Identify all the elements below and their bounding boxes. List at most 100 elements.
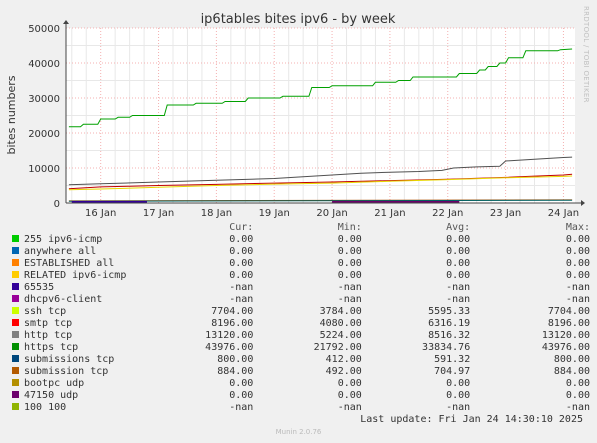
legend-avg-value: -nan <box>446 282 471 293</box>
legend-min-value: -nan <box>337 282 362 293</box>
y-tick-label: 30000 <box>28 94 60 105</box>
legend-series-name: 100 100 <box>12 402 198 414</box>
legend-avg-value: -nan <box>446 402 471 413</box>
legend-label: smtp tcp <box>24 318 73 329</box>
legend-label: 65535 <box>24 282 55 293</box>
chart: ip6tables bites ipv6 - by week bites num… <box>5 12 585 219</box>
legend-avg-value: 0.00 <box>446 246 471 257</box>
x-tick-label: 18 Jan <box>201 208 232 219</box>
legend-series-name: smtp tcp <box>12 318 198 330</box>
y-tick-label: 50000 <box>28 24 60 35</box>
legend-max-value: 43976.00 <box>541 342 590 353</box>
legend-label: 47150 udp <box>24 390 79 401</box>
legend-cur-value: 0.00 <box>229 390 254 401</box>
legend-max-header: Max: <box>565 222 590 233</box>
legend-series-name: RELATED ipv6-icmp <box>12 270 198 282</box>
legend-avg-value: 33834.76 <box>422 342 471 353</box>
x-tick-label: 23 Jan <box>490 208 521 219</box>
legend-max-value: 7704.00 <box>547 306 590 317</box>
legend-label: 100 100 <box>24 402 67 413</box>
x-axis-arrow <box>581 200 585 206</box>
legend-swatch <box>12 379 19 386</box>
legend-max-value: 0.00 <box>565 378 590 389</box>
legend-series-name: ssh tcp <box>12 306 198 318</box>
legend-max-value: 0.00 <box>565 234 590 245</box>
legend-avg-value: 0.00 <box>446 378 471 389</box>
legend-max-value: 8196.00 <box>547 318 590 329</box>
legend-swatch <box>12 331 19 338</box>
x-tick-label: 20 Jan <box>316 208 347 219</box>
legend-avg-value: 0.00 <box>446 270 471 281</box>
legend-min-value: -nan <box>337 294 362 305</box>
legend-cur-value: 13120.00 <box>205 330 254 341</box>
legend-series-name: 47150 udp <box>12 390 198 402</box>
legend-avg-header: Avg: <box>446 222 471 233</box>
legend-min-value: 21792.00 <box>313 342 362 353</box>
y-tick-label: 40000 <box>28 59 60 70</box>
legend-avg-value: 0.00 <box>446 390 471 401</box>
legend-row: bootpc udp 0.00 0.00 0.00 0.00 <box>12 378 590 390</box>
x-tick-label: 19 Jan <box>259 208 290 219</box>
legend-label: 255 ipv6-icmp <box>24 234 103 245</box>
legend-row: RELATED ipv6-icmp 0.00 0.00 0.00 0.00 <box>12 270 590 282</box>
legend-swatch <box>12 235 19 242</box>
legend-series-name: 255 ipv6-icmp <box>12 234 198 246</box>
legend-row: 100 100 -nan -nan -nan -nan <box>12 402 590 414</box>
legend-swatch <box>12 307 19 314</box>
y-tick-label: 20000 <box>28 129 60 140</box>
legend-swatch <box>12 283 19 290</box>
y-tick-label: 10000 <box>28 164 60 175</box>
legend-avg-value: 8516.32 <box>428 330 471 341</box>
legend-series-name: submissions tcp <box>12 354 198 366</box>
legend-series-name: submission tcp <box>12 366 198 378</box>
legend-header-row: Cur: Min: Avg: Max: <box>12 222 590 234</box>
legend-avg-value: 591.32 <box>434 354 471 365</box>
x-tick-label: 24 Jan <box>548 208 579 219</box>
legend-avg-value: 6316.19 <box>428 318 471 329</box>
legend-series-name: dhcpv6-client <box>12 294 198 306</box>
legend-label: dhcpv6-client <box>24 294 103 305</box>
legend-cur-value: 8196.00 <box>211 318 254 329</box>
legend-row: submission tcp 884.00 492.00 704.97 884.00 <box>12 366 590 378</box>
legend-swatch <box>12 355 19 362</box>
legend-max-value: -nan <box>565 282 590 293</box>
legend-max-value: 0.00 <box>565 246 590 257</box>
legend-body: 255 ipv6-icmp 0.00 0.00 0.00 0.00 anywhere al… <box>12 234 590 414</box>
legend-cur-value: 43976.00 <box>205 342 254 353</box>
last-update: Last update: Fri Jan 24 14:30:10 2025 <box>360 414 583 425</box>
legend-swatch <box>12 391 19 398</box>
legend-row: smtp tcp 8196.00 4080.00 6316.19 8196.00 <box>12 318 590 330</box>
legend-row: anywhere all 0.00 0.00 0.00 0.00 <box>12 246 590 258</box>
legend-min-value: 5224.00 <box>319 330 362 341</box>
legend-max-value: 13120.00 <box>541 330 590 341</box>
legend-avg-value: 704.97 <box>434 366 471 377</box>
legend-cur-value: -nan <box>229 294 254 305</box>
footer: Munin 2.0.76 <box>275 428 322 436</box>
legend-row: ssh tcp 7704.00 3784.00 5595.33 7704.00 <box>12 306 590 318</box>
legend-row: dhcpv6-client -nan -nan -nan -nan <box>12 294 590 306</box>
legend-cur-value: -nan <box>229 282 254 293</box>
legend-min-value: 0.00 <box>337 390 362 401</box>
rrdtool-credit: RRDTOOL / TOBI OETIKER <box>582 6 590 103</box>
legend-min-value: 3784.00 <box>319 306 362 317</box>
legend-label: submissions tcp <box>24 354 115 365</box>
legend-series-name: bootpc udp <box>12 378 198 390</box>
legend-row: http tcp 13120.00 5224.00 8516.32 13120.00 <box>12 330 590 342</box>
legend-max-value: 884.00 <box>553 366 590 377</box>
legend-cur-value: 884.00 <box>217 366 254 377</box>
legend-series-name: anywhere all <box>12 246 198 258</box>
legend-swatch <box>12 367 19 374</box>
legend-swatch <box>12 295 19 302</box>
legend-cur-value: 7704.00 <box>211 306 254 317</box>
legend-row: 47150 udp 0.00 0.00 0.00 0.00 <box>12 390 590 402</box>
legend-min-header: Min: <box>337 222 362 233</box>
legend-series-name: https tcp <box>12 342 198 354</box>
legend-row: 65535 -nan -nan -nan -nan <box>12 282 590 294</box>
legend-min-value: 492.00 <box>325 366 362 377</box>
y-axis-label: bites numbers <box>5 75 18 154</box>
legend-cur-value: -nan <box>229 402 254 413</box>
legend-label: RELATED ipv6-icmp <box>24 270 127 281</box>
x-tick-label: 22 Jan <box>432 208 463 219</box>
legend-swatch <box>12 403 19 410</box>
legend-min-value: 0.00 <box>337 258 362 269</box>
